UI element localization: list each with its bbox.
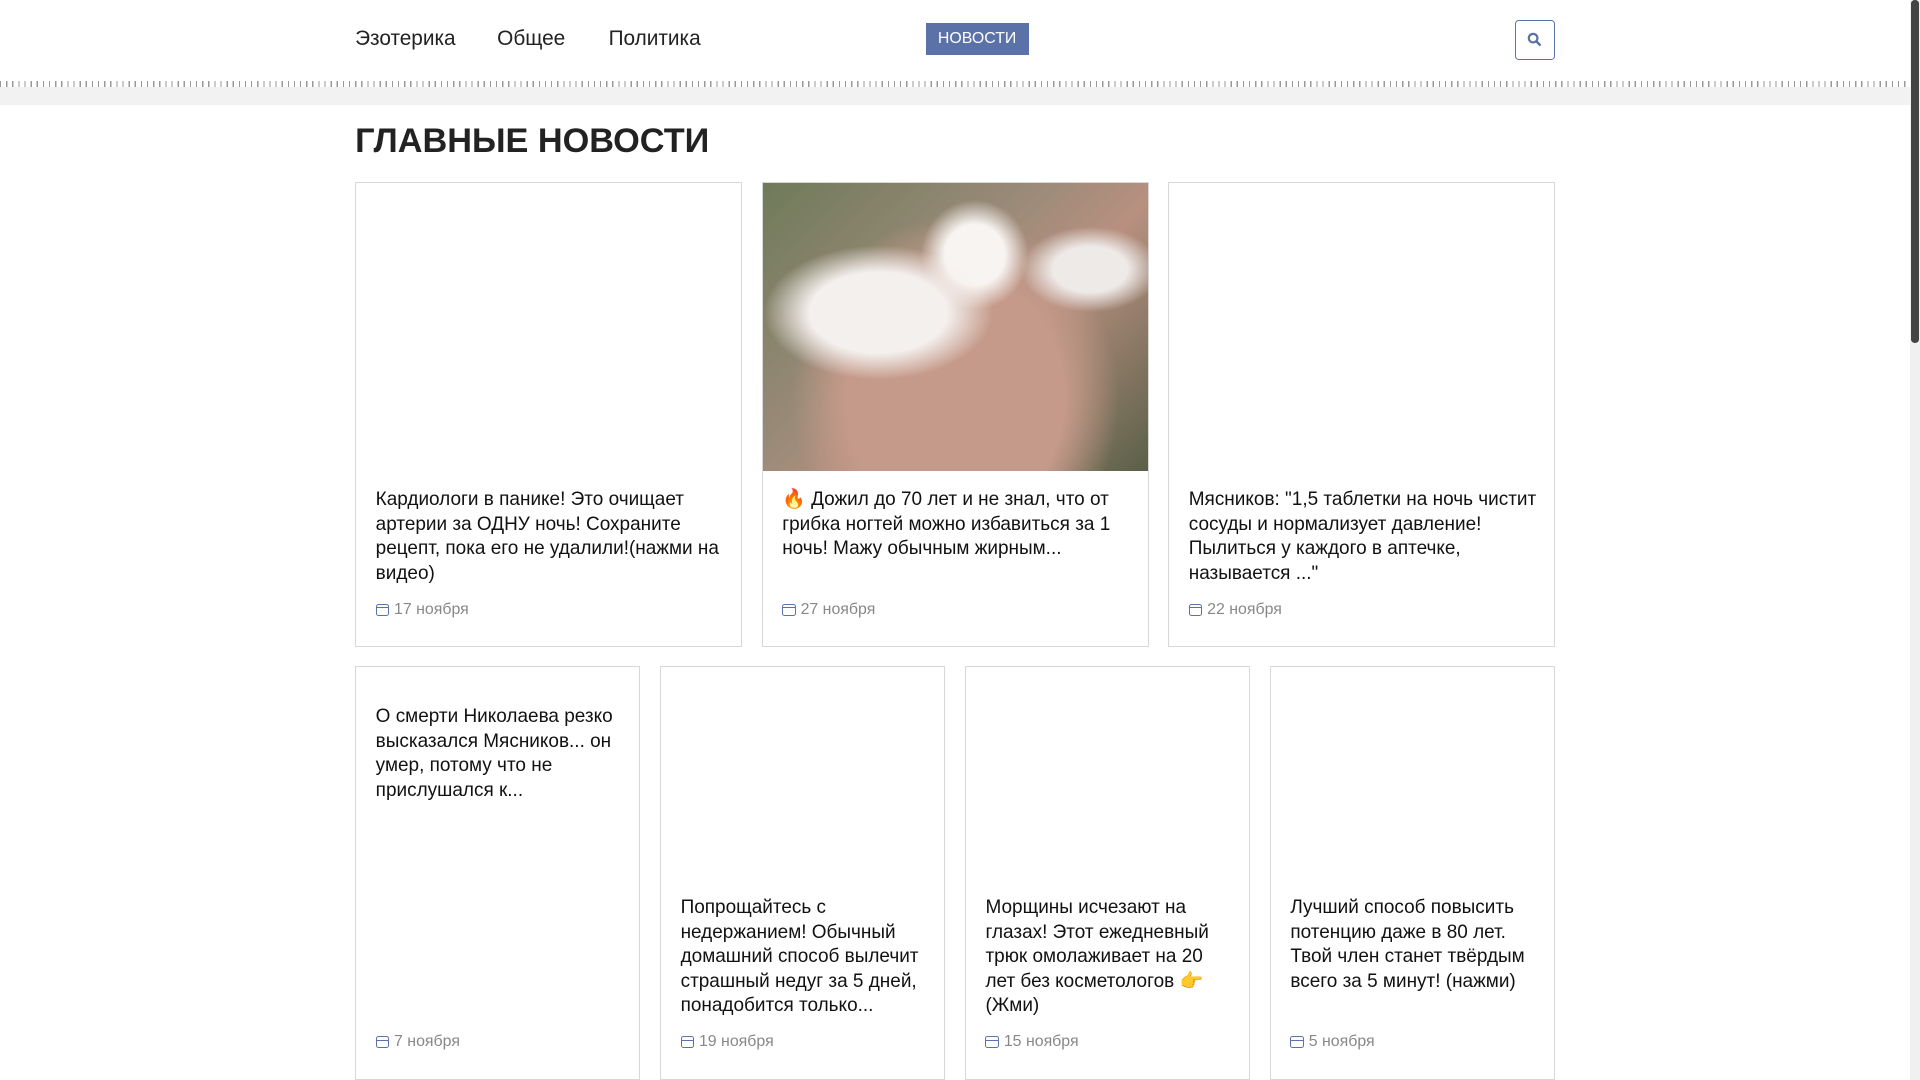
search-button[interactable] <box>1514 19 1555 60</box>
nav-esoterica[interactable]: Эзотерика <box>355 27 456 51</box>
news-button[interactable]: НОВОСТИ <box>925 23 1029 56</box>
news-card[interactable]: 🔥 Дожил до 70 лет и не знал, что от гриб… <box>761 182 1149 647</box>
card-title[interactable]: Попрощайтесь с недержанием! Обычный дома… <box>681 896 928 1018</box>
nav-general[interactable]: Общее <box>497 27 565 51</box>
news-card[interactable]: Морщины исчезают на глазах! Этот ежеднев… <box>964 666 1251 1080</box>
header-band <box>0 86 1911 106</box>
news-card[interactable]: Попрощайтесь с недержанием! Обычный дома… <box>660 666 946 1080</box>
calendar-icon <box>985 1036 999 1049</box>
card-title[interactable]: 🔥 Дожил до 70 лет и не знал, что от гриб… <box>782 488 1130 561</box>
calendar-icon <box>782 603 796 617</box>
calendar-icon <box>1290 1036 1304 1049</box>
news-card[interactable]: О смерти Николаева резко высказался Мясн… <box>355 666 641 1080</box>
card-image <box>1169 183 1554 471</box>
card-title[interactable]: Мясников: "1,5 таблетки на ночь чистит с… <box>1189 488 1537 586</box>
card-date: 27 ноября <box>782 601 875 619</box>
nav-politics[interactable]: Политика <box>609 27 701 51</box>
page-title: ГЛАВНЫЕ НОВОСТИ <box>355 122 710 161</box>
calendar-icon <box>375 1036 390 1049</box>
card-date: 15 ноября <box>985 1033 1079 1051</box>
search-icon <box>1528 32 1542 47</box>
news-card[interactable]: Кардиологи в панике! Это очищает артерии… <box>355 182 743 647</box>
calendar-icon <box>375 603 390 617</box>
card-date: 7 ноября <box>375 1033 460 1051</box>
card-title[interactable]: О смерти Николаева резко высказался Мясн… <box>376 705 623 803</box>
card-image <box>762 183 1148 472</box>
card-date: 19 ноября <box>680 1033 774 1051</box>
scrollbar-thumb[interactable] <box>1911 0 1919 343</box>
news-card[interactable]: Мясников: "1,5 таблетки на ночь чистит с… <box>1168 182 1556 647</box>
card-title[interactable]: Кардиологи в панике! Это очищает артерии… <box>376 488 724 586</box>
card-date: 22 ноября <box>1188 601 1282 619</box>
card-image <box>356 183 741 471</box>
card-title[interactable]: Лучший способ повысить потенцию даже в 8… <box>1290 896 1537 994</box>
top-nav: Эзотерика Общее Политика НОВОСТИ <box>0 0 1910 83</box>
calendar-icon <box>1188 603 1203 617</box>
card-title[interactable]: Морщины исчезают на глазах! Этот ежеднев… <box>985 896 1232 1018</box>
card-date: 17 ноября <box>375 601 469 619</box>
scrollbar[interactable] <box>1910 0 1920 1080</box>
calendar-icon <box>680 1036 695 1049</box>
card-date: 5 ноября <box>1290 1033 1375 1051</box>
news-card[interactable]: Лучший способ повысить потенцию даже в 8… <box>1269 666 1556 1080</box>
